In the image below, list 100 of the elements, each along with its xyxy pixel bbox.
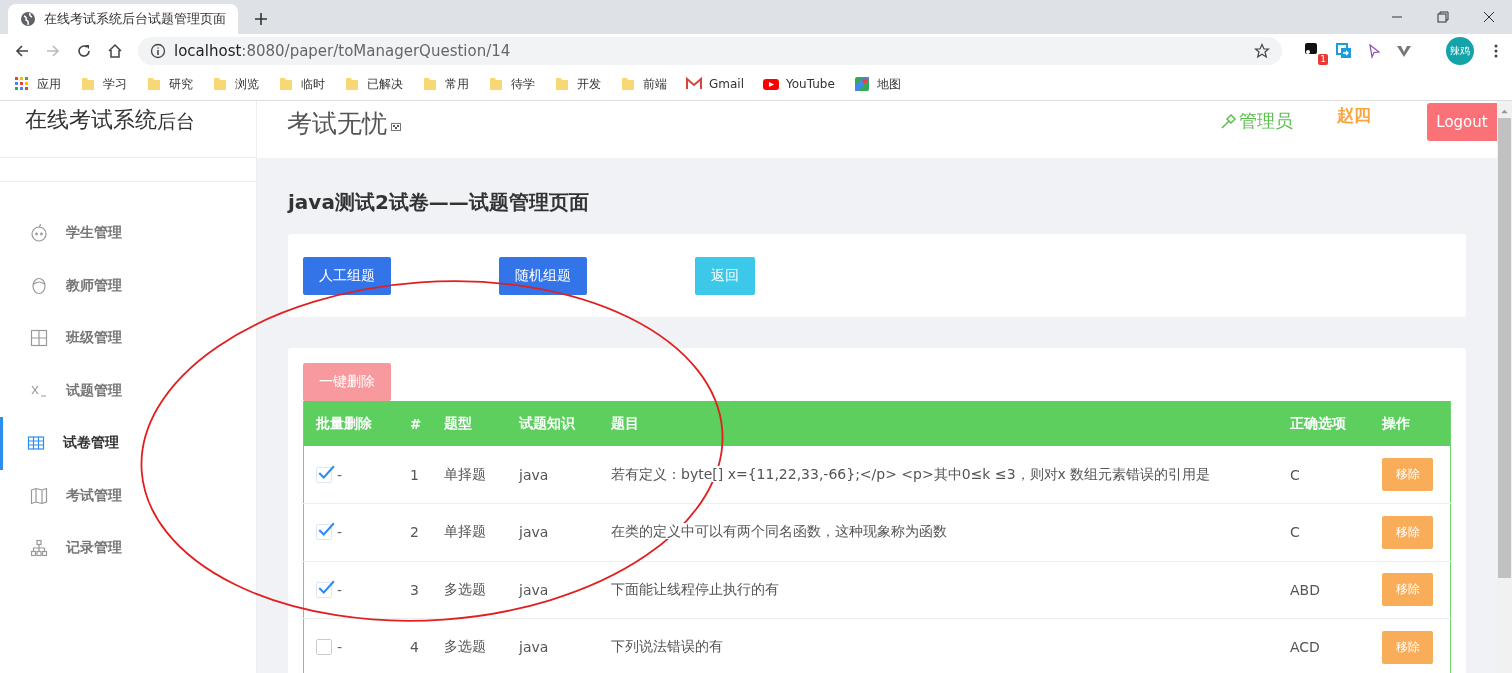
table-cell: 单择题 bbox=[444, 465, 486, 482]
bookmark[interactable]: 已解决 bbox=[344, 75, 403, 93]
folder-icon bbox=[344, 76, 360, 92]
home-icon[interactable] bbox=[107, 43, 123, 59]
checkbox[interactable] bbox=[316, 466, 332, 483]
folder-icon bbox=[488, 76, 504, 92]
sidebar-item[interactable]: 班级管理 bbox=[0, 312, 256, 365]
hierarchy-icon bbox=[30, 539, 48, 558]
table-cell: 多选题 bbox=[444, 638, 486, 655]
table-cell: java bbox=[519, 639, 549, 656]
sidebar-item[interactable]: 教师管理 bbox=[0, 259, 256, 312]
column-header: 操作 bbox=[1370, 401, 1451, 446]
notification-badge: 1 bbox=[1318, 54, 1328, 65]
table-cell: 1 bbox=[410, 466, 419, 483]
browser-tab[interactable]: 在线考试系统后台试题管理页面 bbox=[8, 4, 238, 34]
info-icon bbox=[150, 43, 166, 59]
apps-grid-icon bbox=[14, 76, 30, 92]
table-cell: - bbox=[337, 466, 343, 483]
table-cell: 若有定义：byte[] x={11,22,33,-66};</p> <p>其中0≤k ≤3，则对x 数组元素错误的引用是 bbox=[611, 465, 1211, 482]
map-icon bbox=[853, 76, 870, 92]
action-button[interactable]: 随机组题 bbox=[499, 256, 587, 295]
role-label: 管理员 bbox=[1221, 109, 1293, 133]
bookmark[interactable]: 学习 bbox=[80, 75, 127, 93]
brand-title: 考试无忧 bbox=[287, 108, 387, 140]
column-header: 试题知识 bbox=[507, 401, 599, 446]
action-button[interactable]: 人工组题 bbox=[303, 256, 391, 295]
sidebar-item[interactable]: 学生管理 bbox=[0, 207, 256, 260]
bookmark[interactable]: 应用 bbox=[14, 75, 61, 93]
globe-icon bbox=[20, 11, 36, 27]
table-cell: - bbox=[337, 524, 343, 541]
table-cell: java bbox=[519, 581, 549, 598]
mail-icon bbox=[686, 76, 702, 92]
table-cell: java bbox=[519, 466, 549, 483]
gavel-icon bbox=[1221, 113, 1237, 129]
table-cell: - bbox=[337, 639, 343, 656]
sidebar-item[interactable]: 考试管理 bbox=[0, 469, 256, 522]
folder-icon bbox=[278, 76, 294, 92]
sidebar-item[interactable]: 试题管理 bbox=[0, 364, 256, 417]
table-cell: 单择题 bbox=[444, 523, 486, 540]
scroll-up-icon[interactable] bbox=[1500, 109, 1509, 114]
baby-face-icon bbox=[30, 224, 48, 243]
map-icon bbox=[30, 486, 48, 505]
folder-icon bbox=[146, 76, 162, 92]
plus-icon[interactable] bbox=[254, 12, 268, 26]
table-icon bbox=[27, 434, 45, 453]
extension-icon[interactable] bbox=[1304, 41, 1320, 57]
url-host: localhost bbox=[174, 42, 242, 60]
bookmark[interactable]: 浏览 bbox=[212, 75, 259, 93]
checkbox[interactable] bbox=[316, 639, 332, 656]
page-title: java测试2试卷——试题管理页面 bbox=[288, 189, 590, 216]
table-cell: java bbox=[519, 524, 549, 541]
column-header: 题型 bbox=[432, 401, 507, 446]
bookmark[interactable]: 常用 bbox=[422, 75, 469, 93]
table-cell: 多选题 bbox=[444, 580, 486, 597]
table-cell: C bbox=[1290, 524, 1300, 541]
table-cell: 下面能让线程停止执行的有 bbox=[611, 580, 779, 597]
star-icon[interactable] bbox=[1254, 43, 1270, 59]
bookmark[interactable]: Gmail bbox=[686, 76, 744, 92]
folder-icon bbox=[554, 76, 570, 92]
url-path: :8080/paper/toManagerQuestion/14 bbox=[241, 42, 511, 60]
table-cell: 4 bbox=[410, 639, 419, 656]
sidebar-item[interactable]: 记录管理 bbox=[0, 522, 256, 575]
table-cell: 3 bbox=[410, 581, 419, 598]
cursor-icon[interactable] bbox=[1366, 43, 1382, 59]
column-header: # bbox=[398, 401, 432, 446]
sidebar-subtitle: 后台 bbox=[157, 110, 195, 134]
bookmark[interactable]: 地图 bbox=[853, 75, 901, 93]
table-cell: ABD bbox=[1290, 581, 1320, 598]
column-header: 正确选项 bbox=[1278, 401, 1370, 446]
scrollbar[interactable] bbox=[1497, 101, 1512, 673]
table-cell: C bbox=[1290, 466, 1300, 483]
bookmark[interactable]: 待学 bbox=[488, 75, 535, 93]
column-header: 批量删除 bbox=[303, 401, 398, 446]
restore-icon[interactable] bbox=[1437, 11, 1449, 23]
checkbox[interactable] bbox=[316, 581, 332, 598]
bookmark[interactable]: 临时 bbox=[278, 75, 325, 93]
bookmark[interactable]: 研究 bbox=[146, 75, 193, 93]
bookmark[interactable]: 前端 bbox=[620, 75, 667, 93]
sidebar-title: 在线考试系统 bbox=[25, 106, 157, 134]
close-icon[interactable] bbox=[1483, 11, 1495, 23]
address-bar[interactable]: localhost:8080/paper/toManagerQuestion/14 bbox=[138, 37, 1282, 65]
bookmark[interactable]: YouTube bbox=[763, 76, 835, 92]
checkbox[interactable] bbox=[316, 524, 332, 541]
column-header: 题目 bbox=[599, 401, 1278, 446]
folder-icon bbox=[620, 76, 636, 92]
back-arrow-icon[interactable] bbox=[14, 43, 30, 59]
folder-icon bbox=[80, 76, 96, 92]
scrollbar-thumb[interactable] bbox=[1498, 118, 1511, 578]
bookmark[interactable]: 开发 bbox=[554, 75, 601, 93]
table-cell: 下列说法错误的有 bbox=[611, 638, 723, 655]
grid-icon bbox=[30, 329, 48, 348]
folder-icon bbox=[212, 76, 228, 92]
reload-icon[interactable] bbox=[76, 43, 92, 59]
folder-icon bbox=[422, 76, 438, 92]
face-icon bbox=[30, 276, 48, 295]
tab-title: 在线考试系统后台试题管理页面 bbox=[44, 10, 226, 28]
table-cell: - bbox=[337, 581, 343, 598]
chevron-icon[interactable] bbox=[1396, 43, 1412, 59]
flag-icon bbox=[391, 123, 401, 131]
user-name: 赵四 bbox=[1337, 104, 1371, 127]
